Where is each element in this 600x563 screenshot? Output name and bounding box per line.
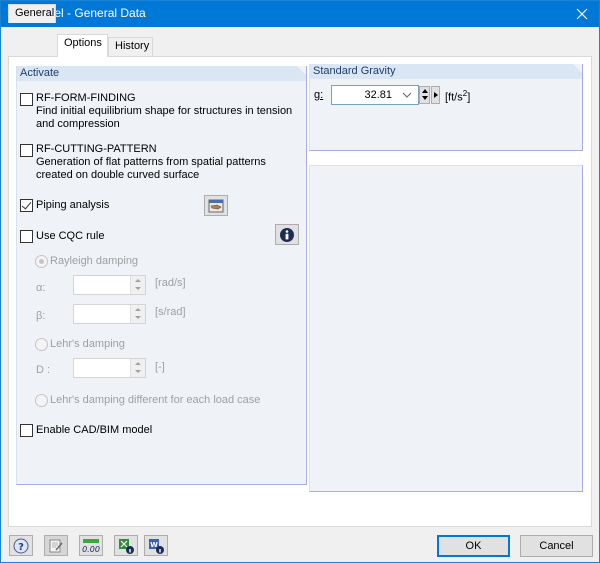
chevron-down-icon[interactable] — [402, 92, 412, 98]
spin-down-icon — [422, 96, 428, 100]
lehr-damping-label: Lehr's damping — [50, 338, 125, 350]
cancel-label: Cancel — [539, 540, 574, 552]
d-input[interactable] — [73, 358, 146, 378]
alpha-label: α: — [36, 282, 46, 294]
spin-down-icon — [135, 316, 141, 319]
lehr-damping-radio[interactable] — [35, 338, 48, 351]
excel-info-button[interactable] — [114, 535, 138, 556]
piping-settings-button[interactable] — [204, 195, 228, 216]
form-finding-checkbox[interactable] — [20, 93, 33, 106]
spin-up-icon — [135, 279, 141, 282]
tab-general[interactable]: General — [8, 4, 56, 23]
gravity-value: 32.81 — [364, 89, 392, 101]
beta-label: β: — [36, 310, 46, 322]
cad-bim-checkbox[interactable] — [20, 424, 33, 437]
ok-label: OK — [465, 540, 482, 552]
tab-label: General — [15, 7, 55, 19]
lehr-each-load-case-radio[interactable] — [35, 394, 48, 407]
rayleigh-damping-label: Rayleigh damping — [50, 255, 139, 267]
gravity-input[interactable]: 32.81 — [331, 85, 419, 105]
cad-bim-label[interactable]: Enable CAD/BIM model — [36, 424, 152, 436]
alpha-spinner[interactable] — [130, 276, 145, 294]
activate-header: Activate — [17, 66, 306, 81]
gravity-menu-button[interactable] — [431, 86, 440, 104]
form-finding-label[interactable]: RF-FORM-FINDING — [36, 92, 136, 104]
beta-spinner[interactable] — [130, 305, 145, 323]
alpha-unit: [rad/s] — [155, 277, 186, 289]
cqc-rule-checkbox[interactable] — [20, 230, 33, 243]
decimal-places-button[interactable]: 0.00 — [79, 535, 103, 556]
piping-analysis-checkbox[interactable] — [20, 199, 33, 212]
alpha-input[interactable] — [73, 275, 146, 295]
info-icon — [280, 227, 294, 242]
d-spinner[interactable] — [130, 359, 145, 377]
help-button[interactable]: ? — [9, 535, 33, 556]
svg-text:?: ? — [18, 542, 24, 553]
beta-unit: [s/rad] — [155, 306, 186, 318]
edit-button[interactable] — [44, 535, 68, 556]
form-finding-description: Find initial equilibrium shape for struc… — [36, 105, 293, 130]
cancel-button[interactable]: Cancel — [520, 535, 593, 557]
empty-panel — [309, 165, 583, 492]
decimal-places-icon: 0.00 — [82, 538, 100, 554]
edit-model-dialog: Edit Model - General Data General Option… — [0, 0, 600, 563]
close-button[interactable] — [565, 1, 599, 27]
svg-text:0.00: 0.00 — [82, 545, 100, 554]
gravity-label: g: — [314, 89, 324, 101]
edit-icon — [49, 539, 63, 552]
beta-input[interactable] — [73, 304, 146, 324]
gravity-unit: [ft/s2] — [445, 89, 470, 104]
tab-history[interactable]: History — [108, 37, 153, 56]
activate-group: Activate RF-FORM-FINDING Find initial eq… — [16, 66, 307, 485]
standard-gravity-header: Standard Gravity — [310, 64, 582, 79]
spin-up-icon — [135, 362, 141, 365]
options-panel: Activate RF-FORM-FINDING Find initial eq… — [8, 56, 592, 527]
excel-info-icon — [119, 538, 134, 554]
d-label: D : — [36, 364, 51, 376]
title-bar: Edit Model - General Data — [1, 1, 599, 27]
cutting-pattern-checkbox[interactable] — [20, 144, 33, 157]
close-icon — [576, 8, 588, 20]
rayleigh-damping-radio[interactable] — [35, 255, 48, 268]
cutting-pattern-description: Generation of flat patterns from spatial… — [36, 156, 266, 181]
standard-gravity-group: Standard Gravity g: — [309, 64, 583, 151]
lehr-each-load-case-label: Lehr's damping different for each load c… — [50, 394, 261, 406]
spin-up-icon — [135, 308, 141, 311]
spin-down-icon — [135, 370, 141, 373]
d-unit: [-] — [155, 361, 165, 373]
gravity-unit-close: ] — [467, 91, 471, 104]
arrow-right-icon — [434, 92, 438, 98]
tab-options[interactable]: Options — [57, 34, 108, 57]
tab-label: Options — [64, 37, 102, 49]
gravity-unit-base: [ft/s — [445, 91, 463, 104]
cqc-rule-label[interactable]: Use CQC rule — [36, 230, 104, 242]
gravity-spinner[interactable] — [419, 86, 430, 104]
ok-button[interactable]: OK — [437, 535, 510, 557]
cqc-info-button[interactable] — [275, 224, 299, 245]
cutting-pattern-label[interactable]: RF-CUTTING-PATTERN — [36, 143, 157, 155]
piping-analysis-label[interactable]: Piping analysis — [36, 199, 109, 211]
word-info-button[interactable]: W — [144, 535, 168, 556]
word-info-icon: W — [149, 538, 164, 554]
spin-up-icon — [422, 89, 428, 93]
help-icon: ? — [13, 538, 29, 553]
tab-label: History — [115, 40, 150, 52]
spin-down-icon — [135, 287, 141, 290]
piping-settings-icon — [208, 199, 224, 212]
